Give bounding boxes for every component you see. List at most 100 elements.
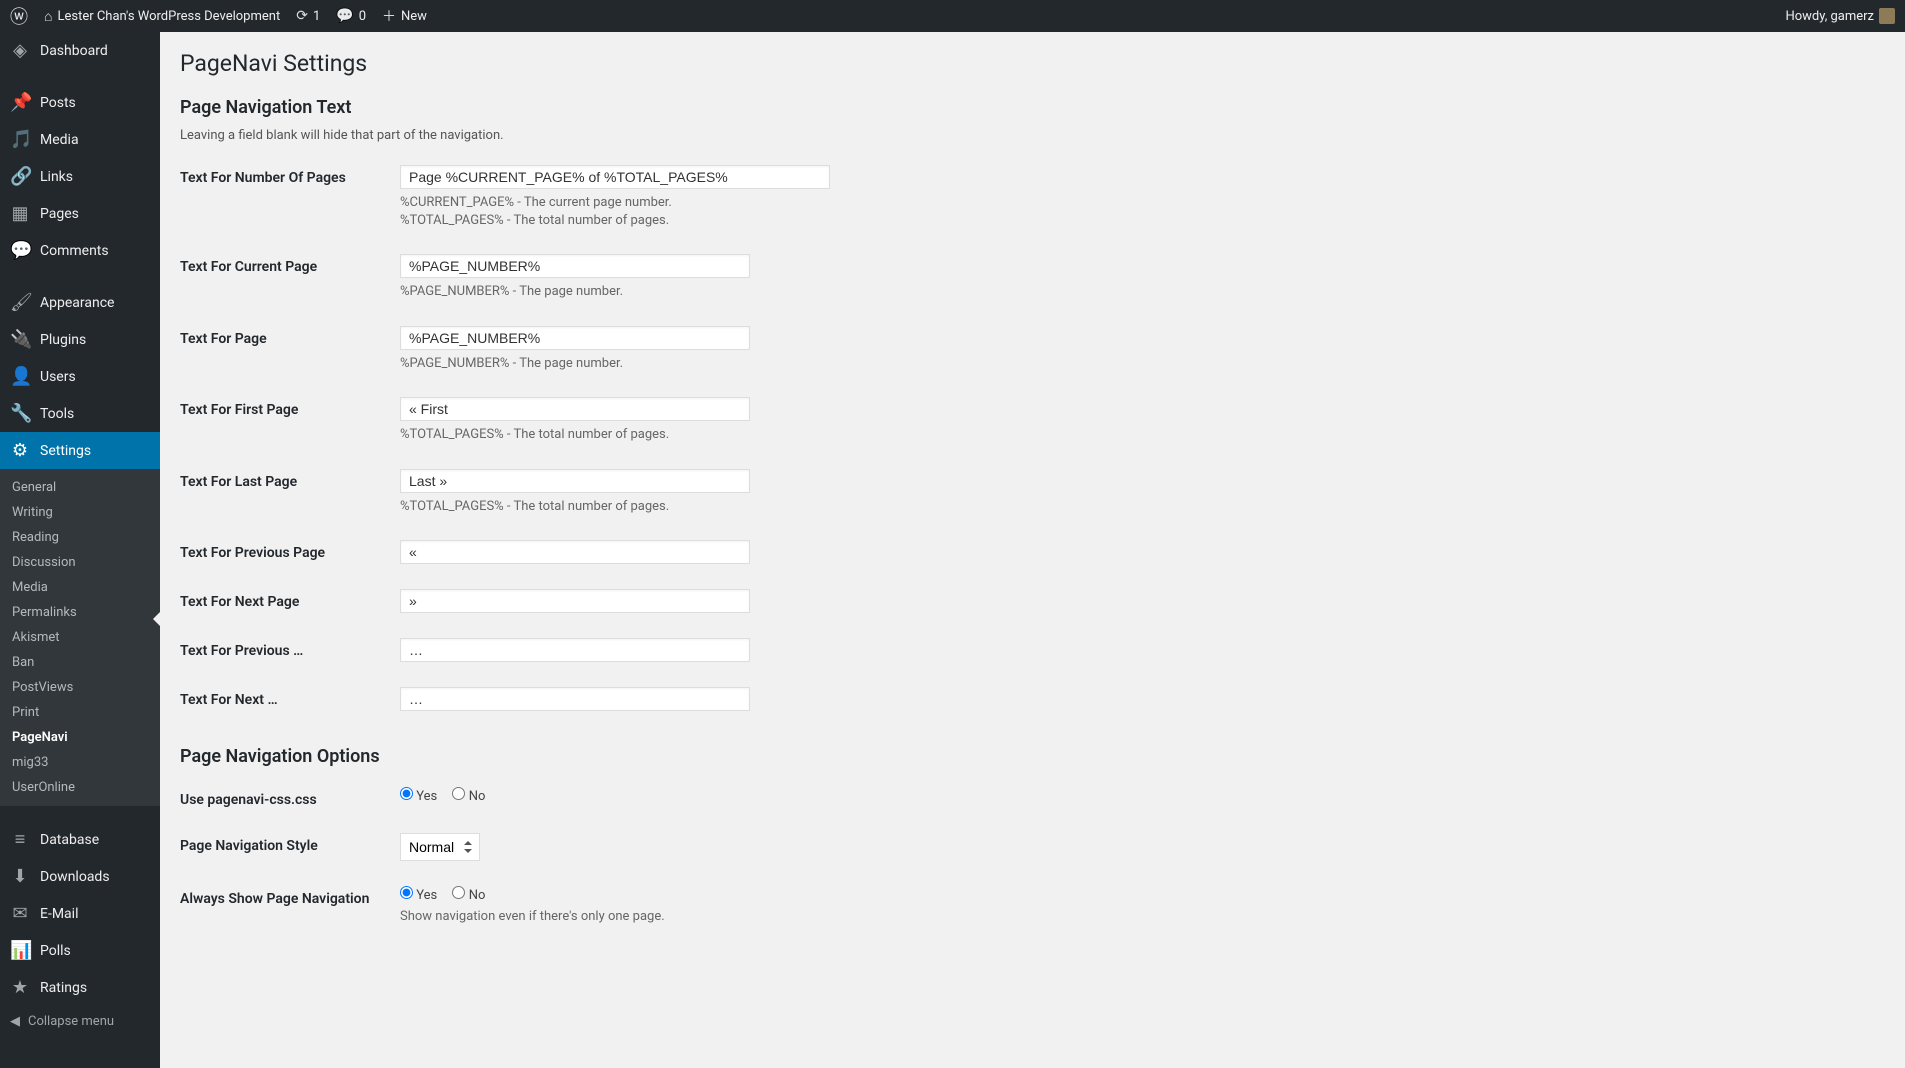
- sidebar-item-polls[interactable]: 📊 Polls: [0, 932, 160, 969]
- admin-bar: ⓦ ⌂ Lester Chan's WordPress Development ⟳…: [0, 0, 1905, 32]
- input-page[interactable]: [400, 326, 750, 350]
- collapse-menu-button[interactable]: ◀Collapse menu: [0, 1006, 160, 1037]
- submenu-media[interactable]: Media: [0, 575, 160, 600]
- radio-use-css-no[interactable]: [452, 787, 465, 800]
- submenu-mig33[interactable]: mig33: [0, 750, 160, 775]
- chart-icon: 📊: [10, 940, 30, 961]
- hint-num-pages-1: %CURRENT_PAGE% - The current page number…: [400, 194, 1885, 212]
- download-icon: ⬇: [10, 866, 30, 887]
- user-icon: 👤: [10, 366, 30, 387]
- sidebar-item-links[interactable]: 🔗 Links: [0, 158, 160, 195]
- sidebar-item-label: Downloads: [40, 869, 110, 885]
- comment-icon: 💬: [10, 240, 30, 261]
- profile-link[interactable]: Howdy, gamerz: [1785, 8, 1895, 24]
- submenu-ban[interactable]: Ban: [0, 650, 160, 675]
- updates-link[interactable]: ⟳1: [296, 8, 320, 24]
- mail-icon: ✉: [10, 903, 30, 924]
- no-label: No: [469, 888, 486, 903]
- label-current-page: Text For Current Page: [180, 244, 400, 316]
- sidebar-item-ratings[interactable]: ★Ratings: [0, 969, 160, 1006]
- radio-always-show-no[interactable]: [452, 886, 465, 899]
- input-first-page[interactable]: [400, 397, 750, 421]
- home-icon: ⌂: [44, 8, 52, 25]
- site-link[interactable]: ⌂ Lester Chan's WordPress Development: [44, 8, 280, 25]
- main-content: PageNavi Settings Page Navigation Text L…: [160, 0, 1905, 961]
- label-next-dots: Text For Next …: [180, 677, 400, 726]
- section-description: Leaving a field blank will hide that par…: [180, 128, 1885, 143]
- radio-use-css-yes-label[interactable]: Yes: [400, 789, 437, 804]
- sidebar-item-media[interactable]: 🎵 Media: [0, 121, 160, 158]
- sidebar-item-label: E-Mail: [40, 906, 78, 922]
- submenu-discussion[interactable]: Discussion: [0, 550, 160, 575]
- radio-use-css-no-label[interactable]: No: [452, 789, 485, 804]
- hint-first-page: %TOTAL_PAGES% - The total number of page…: [400, 426, 1885, 444]
- sidebar-item-plugins[interactable]: 🔌Plugins: [0, 321, 160, 358]
- sidebar-item-users[interactable]: 👤 Users: [0, 358, 160, 395]
- sidebar-item-email[interactable]: ✉ E-Mail: [0, 895, 160, 932]
- input-prev-dots[interactable]: [400, 638, 750, 662]
- sidebar-item-label: Dashboard: [40, 43, 108, 59]
- wp-logo[interactable]: ⓦ: [10, 3, 28, 29]
- sidebar-item-label: Links: [40, 169, 73, 185]
- sidebar-item-label: Appearance: [40, 295, 114, 311]
- input-current-page[interactable]: [400, 254, 750, 278]
- label-num-pages: Text For Number Of Pages: [180, 155, 400, 244]
- input-next-dots[interactable]: [400, 687, 750, 711]
- hint-page: %PAGE_NUMBER% - The page number.: [400, 355, 1885, 373]
- input-last-page[interactable]: [400, 469, 750, 493]
- sidebar-item-settings[interactable]: ⚙Settings: [0, 432, 160, 469]
- submenu-print[interactable]: Print: [0, 700, 160, 725]
- submenu-reading[interactable]: Reading: [0, 525, 160, 550]
- site-name-label: Lester Chan's WordPress Development: [57, 9, 280, 24]
- sidebar-item-label: Users: [40, 369, 76, 385]
- settings-form: Text For Number Of Pages %CURRENT_PAGE% …: [180, 155, 1885, 726]
- collapse-label: Collapse menu: [28, 1014, 114, 1029]
- input-prev-page[interactable]: [400, 540, 750, 564]
- submenu-general[interactable]: General: [0, 475, 160, 500]
- media-icon: 🎵: [10, 129, 30, 150]
- sidebar-item-dashboard[interactable]: ◈Dashboard: [0, 32, 160, 69]
- sidebar-item-appearance[interactable]: 🖌Appearance: [0, 284, 160, 321]
- submenu-writing[interactable]: Writing: [0, 500, 160, 525]
- sidebar-separator: [0, 74, 160, 79]
- input-num-pages[interactable]: [400, 165, 830, 189]
- sidebar-item-pages[interactable]: ▦Pages: [0, 195, 160, 232]
- comment-icon: 💬: [336, 8, 353, 24]
- radio-always-show-no-label[interactable]: No: [452, 888, 485, 903]
- admin-sidebar: ◈Dashboard 📌Posts 🎵 Media 🔗 Links ▦Pages 💬…: [0, 32, 160, 1068]
- sidebar-item-label: Database: [40, 832, 99, 848]
- options-form: Use pagenavi-css.css Yes No Page Navigat…: [180, 777, 1885, 941]
- hint-always-show: Show navigation even if there's only one…: [400, 908, 1885, 926]
- howdy-label: Howdy, gamerz: [1785, 9, 1874, 24]
- sidebar-item-tools[interactable]: 🔧Tools: [0, 395, 160, 432]
- sidebar-item-downloads[interactable]: ⬇ Downloads: [0, 858, 160, 895]
- section-nav-text: Page Navigation Text: [180, 97, 1885, 118]
- sidebar-item-label: Polls: [40, 943, 71, 959]
- sidebar-item-database[interactable]: ≡Database: [0, 821, 160, 858]
- submenu-permalinks[interactable]: Permalinks: [0, 600, 160, 625]
- link-icon: 🔗: [10, 166, 30, 187]
- label-prev-dots: Text For Previous …: [180, 628, 400, 677]
- submenu-akismet[interactable]: Akismet: [0, 625, 160, 650]
- label-always-show: Always Show Page Navigation: [180, 876, 400, 941]
- label-last-page: Text For Last Page: [180, 459, 400, 531]
- section-nav-options: Page Navigation Options: [180, 746, 1885, 767]
- sidebar-item-posts[interactable]: 📌Posts: [0, 84, 160, 121]
- sidebar-item-comments[interactable]: 💬Comments: [0, 232, 160, 269]
- submenu-useronline[interactable]: UserOnline: [0, 775, 160, 800]
- submenu-postviews[interactable]: PostViews: [0, 675, 160, 700]
- radio-use-css-yes[interactable]: [400, 787, 413, 800]
- new-label: New: [401, 9, 427, 24]
- sidebar-item-label: Media: [40, 132, 79, 148]
- radio-always-show-yes[interactable]: [400, 886, 413, 899]
- comments-link[interactable]: 💬0: [336, 8, 366, 24]
- new-link[interactable]: ＋New: [382, 6, 427, 26]
- radio-always-show-yes-label[interactable]: Yes: [400, 888, 437, 903]
- star-icon: ★: [10, 977, 30, 998]
- select-style[interactable]: Normal: [400, 833, 480, 861]
- comments-count: 0: [359, 9, 366, 24]
- input-next-page[interactable]: [400, 589, 750, 613]
- submenu-pagenavi[interactable]: PageNavi: [0, 725, 160, 750]
- wordpress-icon: ⓦ: [10, 3, 28, 29]
- page-icon: ▦: [10, 203, 30, 224]
